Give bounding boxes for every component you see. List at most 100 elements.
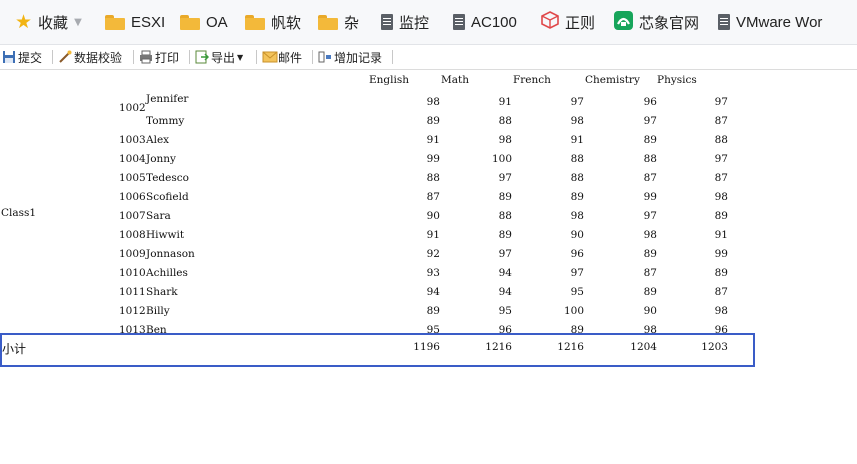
score-cell: 97 (714, 96, 728, 108)
score-cell: 94 (498, 267, 512, 279)
score-cell: 88 (498, 210, 512, 222)
bookmark-fanruan[interactable]: 帆软 (245, 11, 301, 33)
score-cell: 96 (643, 96, 657, 108)
student-name: Billy (146, 305, 170, 317)
validate-label: 数据校验 (74, 50, 123, 65)
score-cell: 97 (498, 248, 512, 260)
folder-icon (318, 14, 338, 30)
print-button[interactable]: 打印 (139, 48, 179, 66)
score-cell: 91 (570, 134, 584, 146)
bookmark-label: 正则 (565, 14, 596, 32)
score-cell: 94 (498, 286, 512, 298)
score-cell: 98 (643, 229, 657, 241)
bookmark-oa[interactable]: OA (180, 11, 228, 33)
toolbar-divider (189, 50, 190, 64)
report-toolbar: 提交 数据校验 打印 导出 ▼ 邮件 增加记录 (0, 45, 857, 70)
student-id: 1005 (119, 172, 146, 184)
subtotal-label: 小计 (2, 342, 27, 356)
student-name: Tedesco (146, 172, 189, 184)
mail-label: 邮件 (278, 50, 303, 65)
score-cell: 94 (426, 286, 440, 298)
chevron-down-icon[interactable]: ▼ (74, 17, 82, 28)
chevron-down-icon[interactable]: ▼ (237, 53, 243, 62)
save-icon (2, 50, 16, 64)
export-label: 导出 (211, 50, 236, 65)
column-header-math: Math (441, 74, 469, 86)
bookmark-label: VMware Wor (736, 13, 823, 31)
student-name: Sara (146, 210, 171, 222)
bookmark-favorites[interactable]: ★ 收藏 ▼ (15, 11, 82, 33)
column-header-french: French (513, 74, 551, 86)
score-cell: 89 (498, 229, 512, 241)
student-id: 1002 (119, 102, 146, 114)
score-cell: 88 (570, 172, 584, 184)
column-header-chemistry: Chemistry (585, 74, 640, 86)
document-icon (718, 14, 730, 30)
add-record-button[interactable]: 增加记录 (318, 48, 382, 66)
bookmark-label: 芯象官网 (639, 14, 700, 32)
student-name: Alex (146, 134, 170, 146)
score-cell: 98 (426, 96, 440, 108)
add-record-label: 增加记录 (334, 50, 383, 65)
score-cell: 92 (426, 248, 440, 260)
score-cell: 89 (498, 191, 512, 203)
student-name: Shark (146, 286, 178, 298)
score-cell: 99 (426, 153, 440, 165)
score-cell: 97 (714, 153, 728, 165)
score-cell: 97 (643, 115, 657, 127)
student-name: Tommy (146, 115, 185, 127)
cube-icon (541, 11, 559, 33)
bookmark-vmware[interactable]: VMware Wor (718, 11, 822, 33)
score-cell: 89 (426, 115, 440, 127)
subtotal-cell: 1203 (701, 341, 728, 353)
bookmark-esxi[interactable]: ESXI (105, 11, 165, 33)
star-icon: ★ (15, 10, 33, 33)
score-cell: 91 (426, 134, 440, 146)
validate-button[interactable]: 数据校验 (58, 48, 122, 66)
envelope-icon (262, 50, 278, 64)
bookmark-misc[interactable]: 杂 (318, 11, 359, 33)
score-cell: 89 (426, 305, 440, 317)
green-app-icon (614, 10, 633, 34)
bookmark-monitor[interactable]: 监控 (381, 11, 429, 33)
document-icon (381, 14, 393, 30)
export-icon (195, 50, 210, 64)
subtotal-cell: 1204 (630, 341, 657, 353)
score-cell: 93 (426, 267, 440, 279)
score-cell: 99 (714, 248, 728, 260)
score-cell: 87 (714, 115, 728, 127)
score-cell: 88 (570, 153, 584, 165)
score-cell: 91 (714, 229, 728, 241)
student-name: Achilles (146, 267, 188, 279)
bookmark-label: ESXI (131, 13, 166, 31)
bookmark-label: 监控 (399, 14, 430, 32)
score-cell: 100 (563, 305, 584, 317)
score-cell: 98 (570, 210, 584, 222)
subtotal-cell: 1216 (557, 341, 584, 353)
bookmark-regex[interactable]: 正则 (541, 11, 595, 33)
add-row-icon (318, 50, 332, 64)
bookmark-xinxiang[interactable]: 芯象官网 (614, 10, 700, 34)
score-cell: 89 (643, 286, 657, 298)
student-name: Jonnason (146, 248, 195, 260)
score-cell: 88 (714, 134, 728, 146)
student-id: 1006 (119, 191, 146, 203)
score-cell: 98 (498, 134, 512, 146)
toolbar-divider (52, 50, 53, 64)
subtotal-cell: 1216 (485, 341, 512, 353)
mail-button[interactable]: 邮件 (262, 48, 302, 66)
score-cell: 98 (570, 115, 584, 127)
score-cell: 87 (714, 172, 728, 184)
toolbar-divider (392, 50, 393, 64)
bookmark-label: 收藏 (38, 14, 69, 32)
student-id: 1009 (119, 248, 146, 260)
score-cell: 97 (570, 96, 584, 108)
subtotal-cell: 1196 (413, 341, 440, 353)
folder-icon (180, 14, 200, 30)
score-cell: 98 (714, 191, 728, 203)
export-button[interactable]: 导出 ▼ (195, 48, 243, 66)
submit-label: 提交 (18, 50, 43, 65)
bookmark-ac100[interactable]: AC100 (453, 11, 517, 33)
bookmark-label: OA (206, 13, 228, 31)
submit-button[interactable]: 提交 (2, 48, 42, 66)
